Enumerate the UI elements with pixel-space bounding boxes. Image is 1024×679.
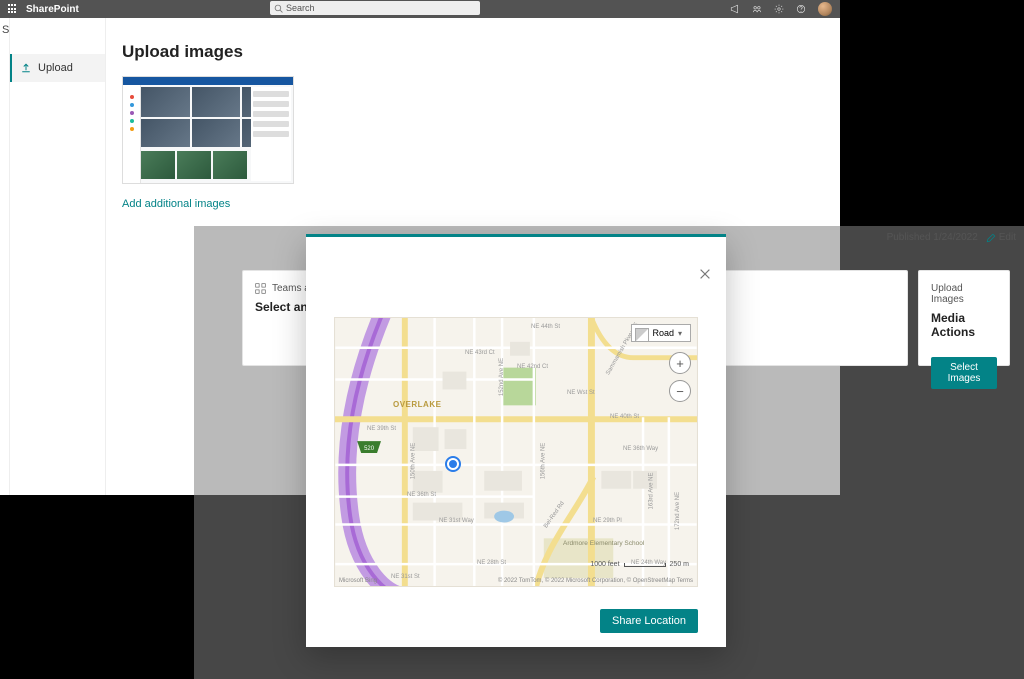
select-images-button[interactable]: Select Images (931, 357, 997, 389)
map-label-ne44: NE 44th St (531, 324, 560, 330)
map-label-150: 150th Ave NE (410, 443, 416, 480)
left-nav: Upload (10, 18, 106, 495)
map-canvas[interactable]: 520 (334, 317, 698, 587)
share-location-button[interactable]: Share Location (600, 609, 698, 633)
map-credits: Microsoft Bing © 2022 TomTom, © 2022 Mic… (339, 578, 693, 584)
search-placeholder: Search (286, 3, 315, 13)
modal-close-button[interactable] (698, 267, 712, 281)
map-label-school: Ardmore Elementary School (563, 540, 644, 547)
app-launcher-icon[interactable] (8, 4, 18, 14)
close-icon (698, 267, 712, 281)
credits-right: © 2022 TomTom, © 2022 Microsoft Corporat… (498, 578, 693, 584)
map-label-overlake: OVERLAKE (393, 400, 441, 409)
credits-left: Microsoft Bing (339, 578, 377, 584)
map-label-ne42: NE 42nd Ct (517, 364, 548, 370)
edit-button[interactable]: Edit (986, 232, 1016, 243)
location-modal: 520 (306, 234, 726, 647)
grid-icon (255, 283, 266, 294)
settings-icon[interactable] (774, 4, 784, 14)
media-card-head: Upload Images (931, 283, 997, 305)
upload-icon (20, 62, 32, 74)
user-avatar[interactable] (818, 2, 832, 16)
zoom-in-button[interactable]: + (669, 352, 691, 374)
suite-bar: SharePoint Search (0, 0, 840, 18)
add-images-link[interactable]: Add additional images (122, 198, 824, 210)
map-label-152: 152nd Ave NE (499, 358, 505, 396)
map-label-172: 172nd Ave NE (675, 492, 681, 530)
page-command-bar: Published 1/24/2022 Edit (887, 232, 1016, 243)
scale-meters: 250 m (670, 561, 689, 568)
panel-title: Upload images (122, 42, 824, 62)
search-box[interactable]: Search (270, 1, 480, 15)
brand-label[interactable]: SharePoint (26, 4, 79, 15)
modal-footer: Share Location (600, 609, 698, 633)
megaphone-icon[interactable] (730, 4, 740, 14)
media-card-title: Media Actions (931, 311, 997, 339)
edit-label: Edit (999, 232, 1016, 243)
map-label-ne36: NE 36th St (407, 492, 436, 498)
map-label-ne36w: NE 36th Way (623, 446, 658, 452)
map-style-picker[interactable]: Road (631, 324, 691, 342)
pencil-icon (986, 233, 996, 243)
map-label-ne39: NE 39th St (367, 426, 396, 432)
site-initial: S (0, 18, 10, 495)
nav-upload[interactable]: Upload (10, 54, 105, 82)
teams-icon[interactable] (752, 4, 762, 14)
map-label-ne-wst: NE Wst St (567, 390, 595, 396)
nav-upload-label: Upload (38, 62, 73, 74)
map-style-label[interactable]: Road (631, 324, 691, 342)
map-label-ne29: NE 29th Pl (593, 518, 622, 524)
map-scale: 1000 feet 250 m (590, 561, 689, 568)
map-label-163: 163rd Ave NE (648, 473, 654, 510)
scale-feet: 1000 feet (590, 561, 619, 568)
image-thumbnail[interactable] (122, 76, 294, 184)
map-label-156: 156th Ave NE (540, 443, 546, 480)
help-icon[interactable] (796, 4, 806, 14)
media-card: Upload Images Media Actions Select Image… (918, 270, 1010, 366)
background-page: Published 1/24/2022 Edit Teams app Selec… (194, 226, 1024, 679)
map-zoom-controls: + − (669, 352, 691, 408)
map-label-ne43: NE 43rd Ct (465, 350, 495, 356)
map-label-ne40: NE 40th St (610, 414, 639, 420)
location-pin-icon (447, 458, 459, 470)
search-icon (274, 4, 283, 13)
svg-text:520: 520 (364, 446, 375, 452)
published-date: Published 1/24/2022 (887, 232, 978, 243)
map-label-ne28: NE 28th St (477, 560, 506, 566)
zoom-out-button[interactable]: − (669, 380, 691, 402)
suite-bar-actions (730, 2, 832, 16)
map-label-ne31w: NE 31st Way (439, 518, 474, 524)
